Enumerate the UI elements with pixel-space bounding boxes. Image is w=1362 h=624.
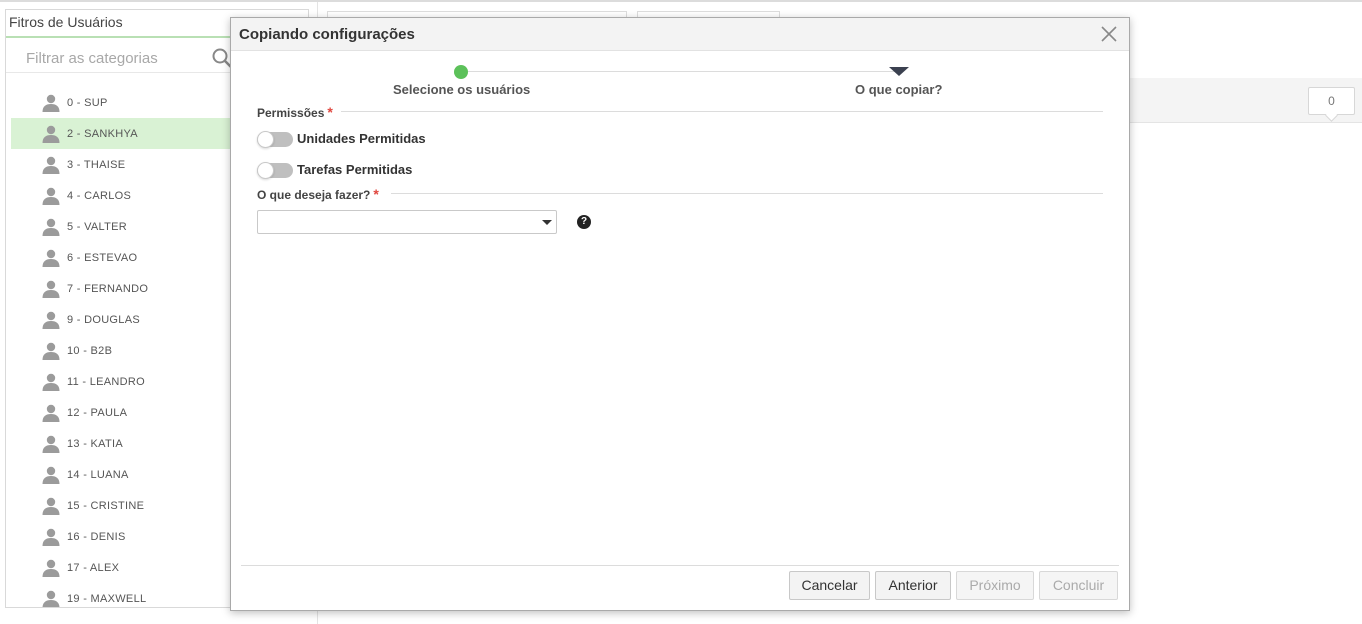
toggle-knob — [257, 162, 274, 179]
user-label: 0 - SUP — [67, 96, 108, 109]
copy-settings-dialog: Copiando configurações Selecione os usuá… — [230, 17, 1130, 611]
action-label: O que deseja fazer? — [257, 188, 371, 202]
required-marker: * — [373, 186, 379, 202]
user-label: 13 - KATIA — [67, 437, 123, 450]
toggle-label-tarefas: Tarefas Permitidas — [297, 162, 413, 177]
wizard-progress-line — [461, 71, 899, 72]
user-icon — [42, 404, 60, 422]
toggle-knob — [257, 131, 274, 148]
user-label: 9 - DOUGLAS — [67, 313, 140, 326]
step-select-users[interactable]: Selecione os usuários — [393, 82, 530, 97]
panel-title: Fitros de Usuários — [9, 14, 123, 30]
user-label: 17 - ALEX — [67, 561, 120, 574]
user-label: 5 - VALTER — [67, 220, 128, 233]
help-icon[interactable]: ? — [577, 215, 591, 229]
permissions-section-label: Permissões * — [257, 104, 333, 120]
step-what-to-copy[interactable]: O que copiar? — [855, 82, 942, 97]
section-divider — [341, 111, 1103, 112]
action-select[interactable] — [257, 210, 557, 234]
toggle-tarefas-permitidas[interactable] — [257, 162, 293, 179]
user-icon — [42, 497, 60, 515]
action-section-label: O que deseja fazer? * — [257, 186, 379, 202]
category-filter-input[interactable] — [26, 48, 226, 68]
user-icon — [42, 280, 60, 298]
user-icon — [42, 311, 60, 329]
user-icon — [42, 249, 60, 267]
user-label: 19 - MAXWELL — [67, 592, 147, 605]
user-icon — [42, 187, 60, 205]
user-label: 16 - DENIS — [67, 530, 126, 543]
user-icon — [42, 218, 60, 236]
top-border — [0, 0, 1362, 2]
finish-button[interactable]: Concluir — [1039, 571, 1118, 600]
user-icon — [42, 528, 60, 546]
permissions-label: Permissões — [257, 106, 325, 120]
user-icon — [42, 466, 60, 484]
user-label: 14 - LUANA — [67, 468, 129, 481]
caret-down-icon — [542, 220, 552, 225]
user-label: 2 - SANKHYA — [67, 127, 138, 140]
user-icon — [42, 156, 60, 174]
user-label: 4 - CARLOS — [67, 189, 132, 202]
user-icon — [42, 373, 60, 391]
user-label: 6 - ESTEVAO — [67, 251, 138, 264]
user-icon — [42, 94, 60, 112]
user-icon — [42, 342, 60, 360]
user-icon — [42, 590, 60, 607]
user-label: 15 - CRISTINE — [67, 499, 145, 512]
toggle-label-unidades: Unidades Permitidas — [297, 131, 426, 146]
step-done-indicator — [454, 65, 468, 79]
section-divider — [391, 193, 1103, 194]
previous-button[interactable]: Anterior — [875, 571, 951, 600]
close-icon[interactable] — [1099, 24, 1119, 44]
user-label: 7 - FERNANDO — [67, 282, 149, 295]
dialog-header: Copiando configurações — [231, 18, 1129, 51]
user-icon — [42, 559, 60, 577]
user-label: 10 - B2B — [67, 344, 113, 357]
required-marker: * — [327, 104, 333, 120]
footer-divider — [241, 565, 1119, 566]
dialog-title: Copiando configurações — [239, 26, 415, 43]
user-icon — [42, 125, 60, 143]
next-button[interactable]: Próximo — [956, 571, 1034, 600]
user-icon — [42, 435, 60, 453]
user-label: 12 - PAULA — [67, 406, 128, 419]
count-badge: 0 — [1308, 87, 1355, 115]
cancel-button[interactable]: Cancelar — [789, 571, 870, 600]
user-label: 11 - LEANDRO — [67, 375, 145, 388]
toggle-unidades-permitidas[interactable] — [257, 131, 293, 148]
user-label: 3 - THAISE — [67, 158, 126, 171]
step-current-indicator — [889, 67, 909, 76]
